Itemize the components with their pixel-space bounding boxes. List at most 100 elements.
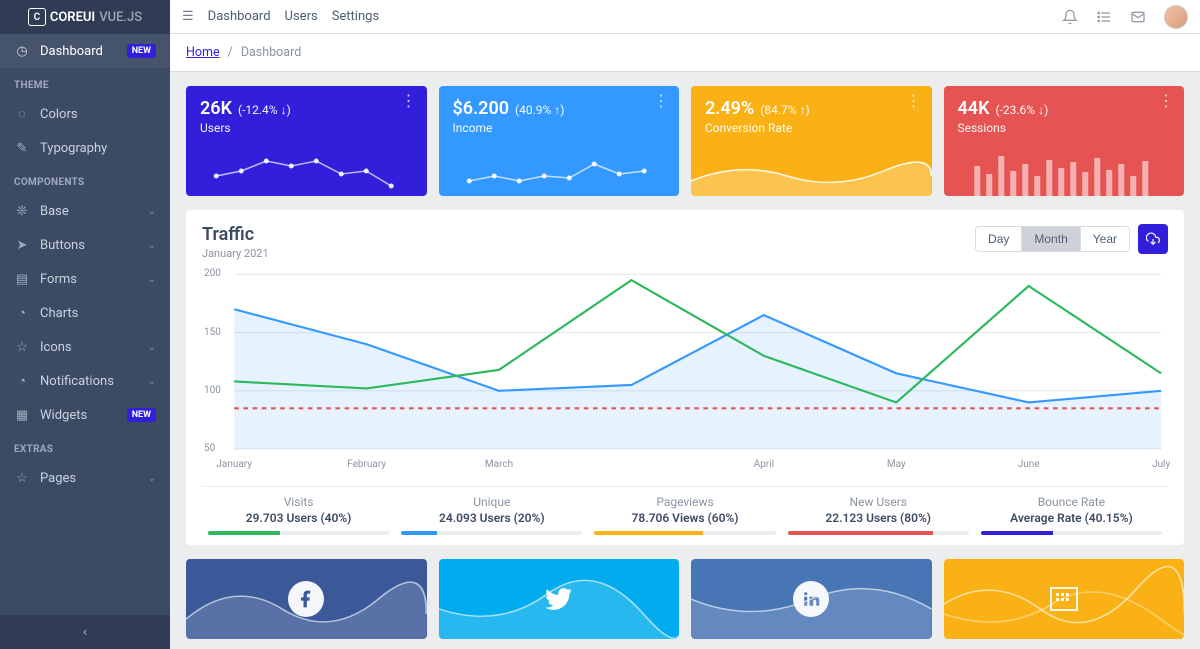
brand[interactable]: C COREUI VUE.JS <box>0 0 170 34</box>
card-delta: (-12.4% ↓) <box>238 103 291 117</box>
card-label: Conversion Rate <box>705 121 918 135</box>
card-delta: (-23.6% ↓) <box>995 103 1048 117</box>
sidebar-minimize[interactable]: ‹ <box>0 615 170 649</box>
fstat-unique: Unique24.093 Users (20%) <box>395 495 588 535</box>
stat-cards: ⋮ 26K(-12.4% ↓) Users ⋮ $6.200 (40.9% ↑) … <box>186 86 1184 196</box>
header-link-settings[interactable]: Settings <box>332 9 379 24</box>
chevron-down-icon: ⌄ <box>148 240 156 251</box>
social-cards <box>186 559 1184 639</box>
card-value: 44K <box>958 98 990 119</box>
panel-controls: Day Month Year <box>975 224 1168 254</box>
brand-name: COREUI <box>50 10 95 25</box>
sidebar-item-label: Base <box>40 204 69 219</box>
wave-bg <box>944 559 1185 639</box>
chart-icon: ◔ <box>14 305 30 321</box>
fstat-title: New Users <box>788 495 969 509</box>
pen-icon: ✎ <box>14 140 30 156</box>
card-users: ⋮ 26K(-12.4% ↓) Users <box>186 86 427 196</box>
breadcrumb: Home / Dashboard <box>170 34 1200 72</box>
panel-title: Traffic <box>202 224 269 245</box>
card-menu-icon[interactable]: ⋮ <box>653 96 669 106</box>
fstat-title: Visits <box>208 495 389 509</box>
badge-new: NEW <box>127 408 156 422</box>
list-icon[interactable] <box>1096 9 1112 25</box>
fstat-visits: Visits29.703 Users (40%) <box>202 495 395 535</box>
sparkline <box>691 146 932 196</box>
card-value: 2.49% <box>705 98 754 119</box>
card-menu-icon[interactable]: ⋮ <box>1158 96 1174 106</box>
sidebar-item-label: Notifications <box>40 374 114 389</box>
avatar[interactable] <box>1164 5 1188 29</box>
mail-icon[interactable] <box>1130 9 1146 25</box>
chevron-down-icon: ⌄ <box>148 342 156 353</box>
chevron-down-icon: ⌄ <box>148 206 156 217</box>
card-menu-icon[interactable]: ⋮ <box>906 96 922 106</box>
sidebar-item-colors[interactable]: ◌ Colors <box>0 97 170 131</box>
download-button[interactable] <box>1138 224 1168 254</box>
star-icon: ☆ <box>14 470 30 486</box>
header-link-users[interactable]: Users <box>285 9 318 24</box>
traffic-chart: 50100150200JanuaryFebruaryMarchAprilMayJ… <box>202 268 1168 468</box>
social-card-linkedin[interactable] <box>691 559 932 639</box>
social-card-twitter[interactable] <box>439 559 680 639</box>
header-link-dashboard[interactable]: Dashboard <box>208 9 271 24</box>
sidebar-item-label: Charts <box>40 306 78 321</box>
sidebar-item-label: Widgets <box>40 408 87 423</box>
progress-bar <box>401 531 437 535</box>
sidebar-item-pages[interactable]: ☆ Pages ⌄ <box>0 461 170 495</box>
breadcrumb-home[interactable]: Home <box>186 45 220 60</box>
range-month[interactable]: Month <box>1022 227 1080 251</box>
card-delta: (40.9% ↑) <box>515 103 564 117</box>
chevron-left-icon: ‹ <box>83 624 87 640</box>
nav-title-extras: EXTRAS <box>0 432 170 461</box>
social-card-facebook[interactable] <box>186 559 427 639</box>
header-links: Dashboard Users Settings <box>208 9 380 24</box>
wave-bg <box>439 559 680 639</box>
sidebar-nav: ◷Dashboard NEW THEME ◌ Colors ✎ Typography… <box>0 34 170 615</box>
sidebar-item-typography[interactable]: ✎ Typography <box>0 131 170 165</box>
panel-subtitle: January 2021 <box>202 247 269 260</box>
header: ☰ Dashboard Users Settings <box>170 0 1200 34</box>
sidebar-item-dashboard[interactable]: ◷Dashboard NEW <box>0 34 170 68</box>
bell-icon: ◔ <box>14 373 30 389</box>
sidebar-item-charts[interactable]: ◔ Charts <box>0 296 170 330</box>
range-day[interactable]: Day <box>976 227 1022 251</box>
drop-icon: ◌ <box>14 106 30 122</box>
chevron-down-icon: ⌄ <box>148 274 156 285</box>
card-menu-icon[interactable]: ⋮ <box>401 96 417 106</box>
header-right <box>1062 5 1188 29</box>
content: ⋮ 26K(-12.4% ↓) Users ⋮ $6.200 (40.9% ↑) … <box>170 72 1200 649</box>
brand-suffix: VUE.JS <box>99 10 142 25</box>
sidebar-item-widgets[interactable]: ▦ Widgets NEW <box>0 398 170 432</box>
sidebar-item-notifications[interactable]: ◔ Notifications ⌄ <box>0 364 170 398</box>
sidebar-item-icons[interactable]: ☆Icons⌄ <box>0 330 170 364</box>
card-label: Income <box>453 121 666 135</box>
sparkline <box>439 146 680 196</box>
main: ☰ Dashboard Users Settings Home <box>170 0 1200 649</box>
chevron-down-icon: ⌄ <box>148 473 156 484</box>
nav-title-components: COMPONENTS <box>0 165 170 194</box>
sidebar-item-label: Colors <box>40 107 78 122</box>
sidebar-item-buttons[interactable]: ➤Buttons⌄ <box>0 228 170 262</box>
card-label: Sessions <box>958 121 1171 135</box>
fstat-value: Average Rate (40.15%) <box>981 511 1162 525</box>
card-income: ⋮ $6.200 (40.9% ↑) Income <box>439 86 680 196</box>
chevron-down-icon: ⌄ <box>148 376 156 387</box>
barchart <box>944 146 1185 196</box>
fstat-pageviews: Pageviews78.706 Views (60%) <box>588 495 781 535</box>
grid-icon: ▦ <box>14 407 30 423</box>
nav-title-theme: THEME <box>0 68 170 97</box>
puzzle-icon: ❊ <box>14 203 30 219</box>
cloud-download-icon <box>1146 232 1160 246</box>
menu-toggle[interactable]: ☰ <box>182 9 194 24</box>
bell-icon[interactable] <box>1062 9 1078 25</box>
sidebar-item-base[interactable]: ❊ Base ⌄ <box>0 194 170 228</box>
sidebar-item-label: Pages <box>40 471 76 486</box>
sidebar-item-forms[interactable]: ▤Forms⌄ <box>0 262 170 296</box>
range-year[interactable]: Year <box>1081 227 1129 251</box>
speedometer-icon: ◷ <box>14 43 30 59</box>
star-icon: ☆ <box>14 339 30 355</box>
social-card-events[interactable] <box>944 559 1185 639</box>
card-value: $6.200 <box>453 98 510 119</box>
sidebar-item-label: Typography <box>40 141 107 156</box>
